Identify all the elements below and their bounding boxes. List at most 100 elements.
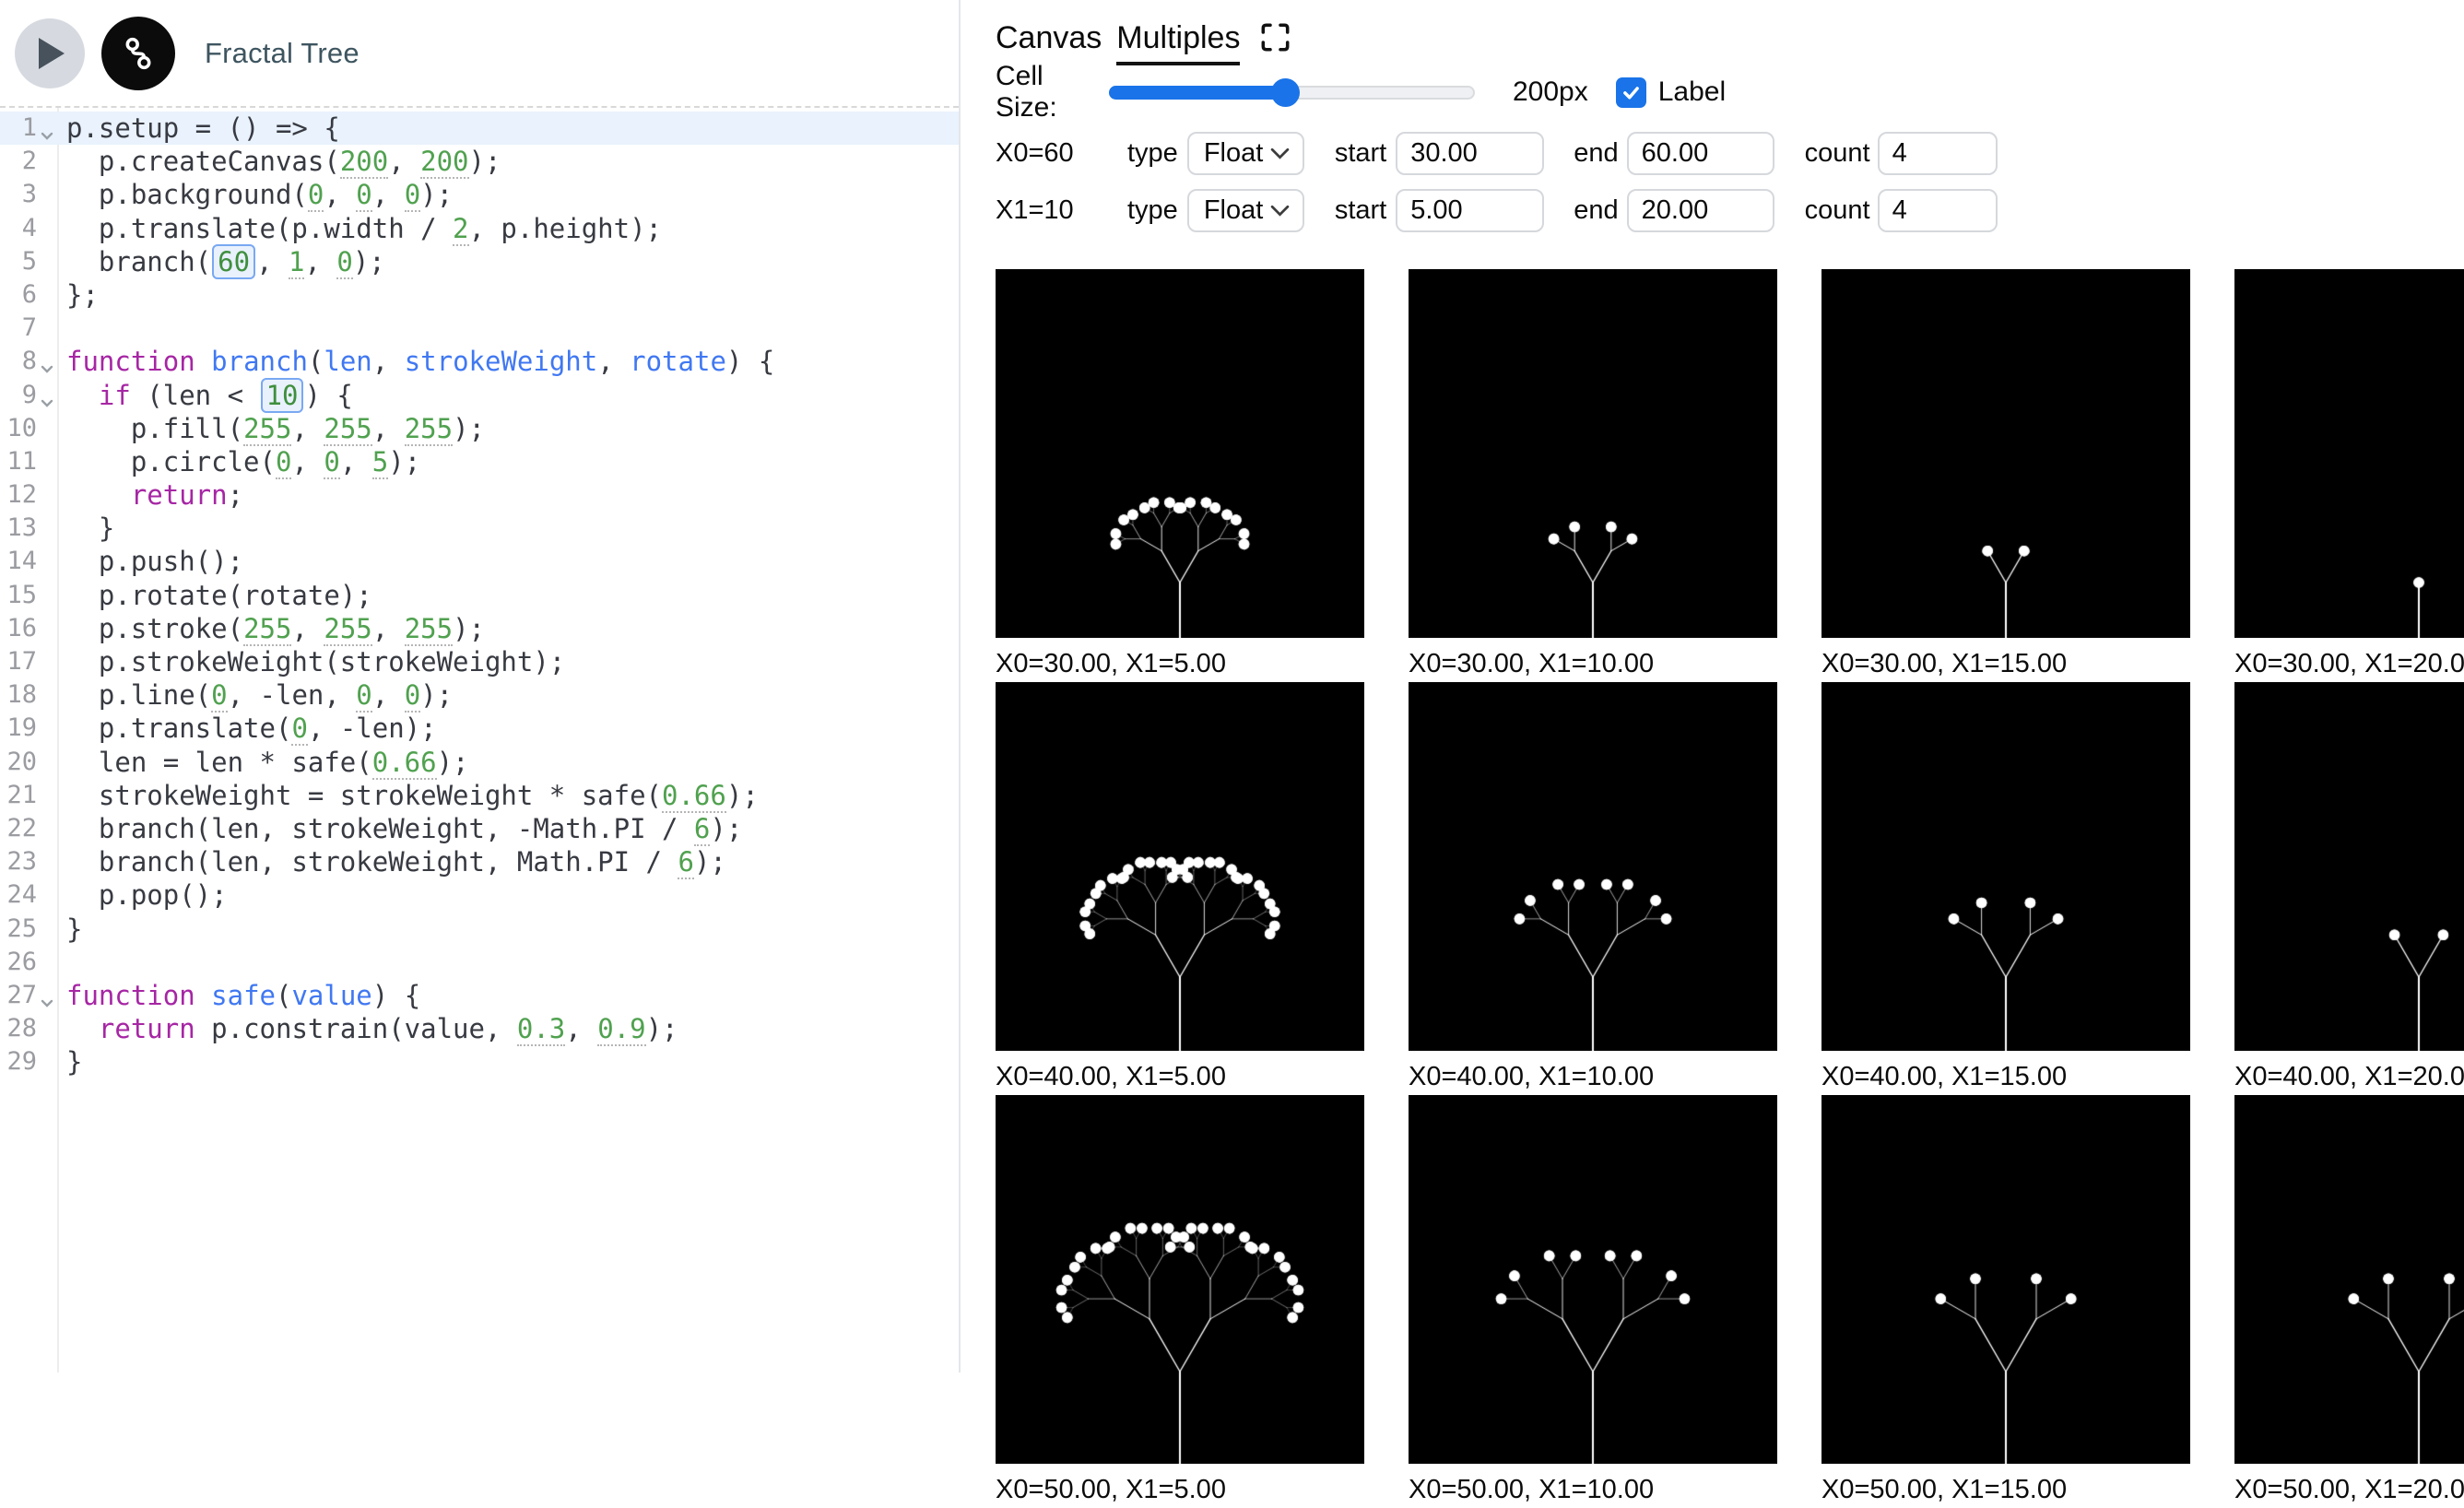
fullscreen-button[interactable] [1260,22,1291,55]
number-literal[interactable]: 200 [420,146,468,179]
number-literal[interactable]: 2 [453,213,468,246]
code-token: branch [211,346,308,377]
bound-number-literal[interactable]: 10 [261,378,304,413]
tree-canvas [1409,682,1777,1051]
fold-chevron-icon[interactable] [38,387,56,406]
start-input[interactable] [1396,189,1544,232]
end-input[interactable] [1627,132,1774,175]
number-literal[interactable]: 0 [356,179,371,212]
code-token: , -len, [228,679,357,711]
type-select-value: Float [1204,195,1263,226]
number-literal[interactable]: 255 [324,613,371,646]
cell-size-value: 200px [1513,77,1588,108]
number-literal[interactable]: 0 [405,179,420,212]
number-literal[interactable]: 6 [694,813,710,846]
chevron-down-icon [1270,147,1290,160]
code-text: function branch(len, strokeWeight, rotat… [37,345,774,378]
sketch-logo[interactable] [101,17,175,90]
number-literal[interactable]: 5 [372,446,388,479]
code-token: , p.height); [469,213,663,244]
line-number: 29 [0,1045,37,1078]
code-editor[interactable]: 1p.setup = () => {2 p.createCanvas(200, … [0,106,959,1373]
number-literal[interactable]: 0.9 [597,1013,645,1046]
cell-size-slider[interactable] [1109,78,1475,107]
number-literal[interactable]: 0 [324,446,339,479]
number-literal[interactable]: 0.66 [372,747,437,780]
number-literal[interactable]: 0.3 [517,1013,565,1046]
count-input[interactable] [1878,189,1998,232]
line-number: 26 [0,946,37,979]
code-text: } [37,512,114,545]
code-token: , [388,146,420,177]
check-icon [1621,82,1642,103]
code-token: , [340,446,372,477]
number-literal[interactable]: 0 [336,246,352,279]
fold-chevron-icon[interactable] [38,120,56,138]
line-number: 8 [0,345,37,378]
code-token: strokeWeight [405,346,598,377]
param-row-x1: X1=10 type Float start end count [996,189,2464,232]
grid-cell: X0=30.00, X1=5.00 [996,269,1364,682]
code-line: 5 branch(60, 1, 0); [0,245,959,278]
line-number: 6 [0,278,37,312]
count-input[interactable] [1878,132,1998,175]
fold-chevron-icon[interactable] [38,353,56,371]
type-select-value: Float [1204,138,1263,169]
number-literal[interactable]: 255 [324,413,371,446]
number-literal[interactable]: 0 [211,679,227,713]
code-text: p.translate(0, -len); [37,712,437,745]
code-token: p.strokeWeight(strokeWeight); [66,646,565,677]
cell-label: X0=40.00, X1=5.00 [996,1051,1364,1095]
cell-size-row: Cell Size: 200px Label [996,72,2464,112]
code-token: ) { [726,346,774,377]
number-literal[interactable]: 0 [356,679,371,713]
code-token: function [66,346,195,377]
slider-thumb[interactable] [1271,78,1300,107]
number-literal[interactable]: 6 [678,846,693,879]
code-line: 28 return p.constrain(value, 0.3, 0.9); [0,1012,959,1045]
code-line: 11 p.circle(0, 0, 5); [0,445,959,478]
code-token: }; [66,279,99,311]
label-checkbox[interactable] [1616,77,1646,108]
number-literal[interactable]: 0.66 [662,780,726,813]
code-token: p.translate(p.width / [66,213,453,244]
number-literal[interactable]: 255 [405,613,453,646]
type-select[interactable]: Float [1187,132,1304,175]
code-token: (len < [131,380,260,411]
start-input[interactable] [1396,132,1544,175]
code-token: ); [710,813,742,844]
number-literal[interactable]: 0 [405,679,420,713]
code-token: , [565,1013,597,1044]
line-number: 7 [0,312,37,345]
param-name: X0=60 [996,138,1127,169]
grid-row: X0=30.00, X1=5.00X0=30.00, X1=10.00X0=30… [996,269,2464,682]
number-literal[interactable]: 200 [340,146,388,179]
play-button[interactable] [15,18,85,88]
label-checkbox-text: Label [1658,77,1726,108]
bound-number-literal[interactable]: 60 [212,244,255,279]
number-literal[interactable]: 0 [291,713,307,746]
line-number: 5 [0,245,37,278]
line-number: 1 [0,112,37,145]
number-literal[interactable]: 1 [289,246,304,279]
number-literal[interactable]: 0 [276,446,291,479]
code-text: p.pop(); [37,878,228,912]
tab-canvas[interactable]: Canvas [996,20,1102,62]
play-icon [39,38,66,69]
code-line: 3 p.background(0, 0, 0); [0,178,959,211]
code-line: 17 p.strokeWeight(strokeWeight); [0,645,959,678]
number-literal[interactable]: 255 [243,413,291,446]
number-literal[interactable]: 0 [308,179,324,212]
code-token: if [99,380,131,411]
type-select[interactable]: Float [1187,189,1304,232]
number-literal[interactable]: 255 [405,413,453,446]
fold-chevron-icon[interactable] [38,987,56,1006]
code-token: ); [453,613,485,644]
code-line: 27function safe(value) { [0,979,959,1012]
code-text: p.setup = () => { [37,112,340,145]
code-token: ); [646,1013,678,1044]
line-number: 17 [0,645,37,678]
end-input[interactable] [1627,189,1774,232]
tab-multiples[interactable]: Multiples [1116,20,1240,65]
number-literal[interactable]: 255 [243,613,291,646]
